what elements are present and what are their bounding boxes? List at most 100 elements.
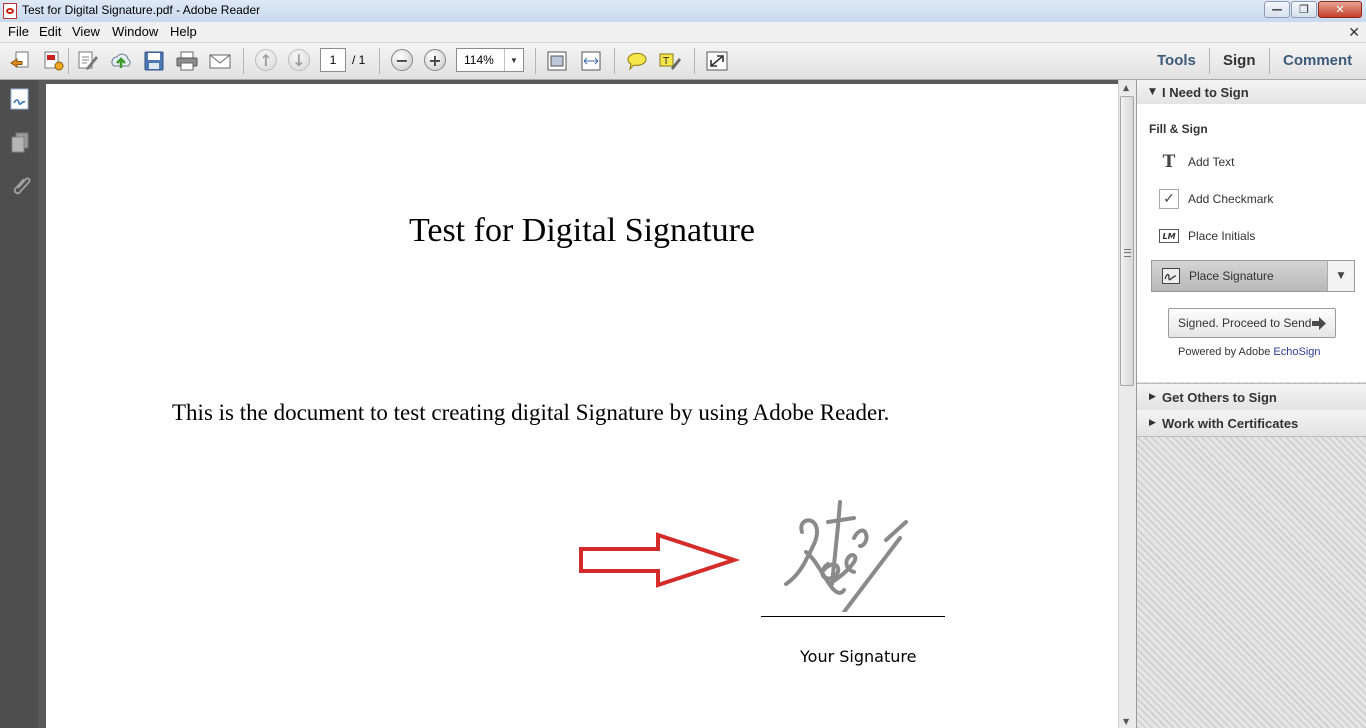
menu-bar: File Edit View Window Help ✕ xyxy=(0,22,1366,43)
tab-comment[interactable]: Comment xyxy=(1283,52,1352,69)
convert-pdf-icon[interactable] xyxy=(43,51,65,71)
proceed-to-send-label: Signed. Proceed to Send xyxy=(1178,316,1312,330)
navigation-pane xyxy=(0,80,39,728)
scrollbar-grip-icon xyxy=(1124,249,1131,257)
document-scrollbar[interactable]: ▼ ▼ xyxy=(1118,80,1136,728)
powered-by: Powered by Adobe EchoSign xyxy=(1178,346,1321,358)
section-title: I Need to Sign xyxy=(1162,85,1249,100)
add-checkmark-label: Add Checkmark xyxy=(1188,192,1274,206)
zoom-select[interactable]: 114% ▼ xyxy=(456,48,524,72)
chevron-down-icon[interactable]: ▼ xyxy=(1327,261,1354,291)
proceed-to-send-button[interactable]: Signed. Proceed to Send xyxy=(1168,308,1336,338)
close-button[interactable]: ✕ xyxy=(1318,1,1362,18)
comment-icon[interactable] xyxy=(626,51,648,71)
maximize-button[interactable]: ❐ xyxy=(1291,1,1317,18)
scroll-up-icon[interactable]: ▼ xyxy=(1123,84,1129,93)
document-gutter xyxy=(38,80,46,728)
fill-sign-content: Fill & Sign T Add Text ✓ Add Checkmark L… xyxy=(1137,104,1366,382)
scrollbar-thumb[interactable] xyxy=(1120,96,1134,386)
signature-line xyxy=(761,616,945,617)
prev-page-button[interactable]: ↑ xyxy=(255,49,277,71)
menu-window[interactable]: Window xyxy=(112,24,158,39)
toolbar-separator xyxy=(379,48,380,74)
page-thumbnails-icon[interactable] xyxy=(9,132,31,154)
menu-help[interactable]: Help xyxy=(170,24,197,39)
place-signature-label: Place Signature xyxy=(1189,269,1274,283)
adobe-reader-icon xyxy=(3,3,17,19)
signature-image xyxy=(784,500,908,612)
prev-page-icon: ↑ xyxy=(259,50,273,70)
toolbar-separator xyxy=(535,48,536,74)
section-get-others-to-sign[interactable]: ▶ Get Others to Sign xyxy=(1137,383,1366,411)
menu-view[interactable]: View xyxy=(72,24,100,39)
email-icon[interactable] xyxy=(209,51,231,71)
document-body-text: This is the document to test creating di… xyxy=(172,400,890,425)
page-total: / 1 xyxy=(352,53,366,67)
highlight-icon[interactable]: T xyxy=(659,51,681,71)
initials-icon: LM xyxy=(1159,229,1179,243)
toolbar-separator xyxy=(614,48,615,74)
chevron-down-icon[interactable]: ▼ xyxy=(504,49,523,71)
window-controls: — ❐ ✕ xyxy=(1263,1,1362,19)
tab-tools[interactable]: Tools xyxy=(1157,52,1196,69)
maximize-icon: ❐ xyxy=(1299,3,1309,16)
next-page-icon: ↓ xyxy=(292,50,306,70)
signature-icon xyxy=(1162,268,1180,284)
save-icon[interactable] xyxy=(143,51,165,71)
scroll-down-icon[interactable]: ▼ xyxy=(1123,717,1129,726)
print-icon[interactable] xyxy=(176,51,198,71)
fullscreen-icon[interactable] xyxy=(706,51,728,71)
chevron-down-icon: ▼ xyxy=(1149,87,1156,97)
signatures-panel-icon[interactable] xyxy=(9,88,31,110)
place-initials-button[interactable]: LM Place Initials xyxy=(1159,226,1359,246)
attachments-icon[interactable] xyxy=(9,175,31,197)
section-work-with-certificates[interactable]: ▶ Work with Certificates xyxy=(1137,410,1366,437)
create-pdf-icon[interactable] xyxy=(9,51,31,71)
toolbar-separator xyxy=(694,48,695,74)
next-page-button[interactable]: ↓ xyxy=(288,49,310,71)
close-icon: ✕ xyxy=(1335,3,1345,16)
document-close-icon[interactable]: ✕ xyxy=(1348,24,1360,41)
menu-edit[interactable]: Edit xyxy=(39,24,61,39)
toolbar-separator xyxy=(1209,48,1210,74)
document-title-text: Test for Digital Signature xyxy=(408,212,756,249)
place-signature-button[interactable]: Place Signature ▼ xyxy=(1151,260,1355,292)
text-icon: T xyxy=(1162,152,1176,172)
document-title: Test for Digital Signature xyxy=(46,212,1116,250)
svg-text:T: T xyxy=(662,56,670,67)
add-text-button[interactable]: T Add Text xyxy=(1159,152,1359,172)
place-signature-main[interactable]: Place Signature xyxy=(1152,261,1328,291)
fit-width-icon[interactable] xyxy=(580,51,602,71)
menu-file[interactable]: File xyxy=(8,24,29,39)
section-title: Get Others to Sign xyxy=(1162,390,1277,405)
signature-label: Your Signature xyxy=(800,647,917,666)
section-i-need-to-sign[interactable]: ▼ I Need to Sign xyxy=(1137,80,1366,105)
title-bar: Test for Digital Signature.pdf - Adobe R… xyxy=(0,0,1366,22)
window-title: Test for Digital Signature.pdf - Adobe R… xyxy=(22,3,261,17)
add-text-label: Add Text xyxy=(1188,155,1235,169)
chevron-right-icon: ▶ xyxy=(1149,418,1156,428)
zoom-in-icon: + xyxy=(428,50,442,70)
arrow-right-icon xyxy=(1312,317,1326,330)
fill-sign-label: Fill & Sign xyxy=(1149,122,1208,136)
fit-page-icon[interactable] xyxy=(546,51,568,71)
zoom-out-icon: − xyxy=(395,50,409,70)
add-checkmark-button[interactable]: ✓ Add Checkmark xyxy=(1159,189,1359,209)
place-initials-label: Place Initials xyxy=(1188,229,1256,243)
zoom-out-button[interactable]: − xyxy=(391,49,413,71)
chevron-right-icon: ▶ xyxy=(1149,392,1156,402)
minimize-button[interactable]: — xyxy=(1264,1,1290,18)
upload-icon[interactable] xyxy=(110,51,132,71)
red-arrow xyxy=(579,532,740,588)
zoom-in-button[interactable]: + xyxy=(424,49,446,71)
section-title: Work with Certificates xyxy=(1162,416,1299,431)
page-number-input[interactable]: 1 xyxy=(320,48,346,72)
checkmark-icon: ✓ xyxy=(1159,189,1179,209)
toolbar-separator xyxy=(68,48,69,74)
toolbar-separator xyxy=(243,48,244,74)
powered-by-text: Powered by Adobe xyxy=(1178,346,1271,358)
echosign-link[interactable]: EchoSign xyxy=(1273,346,1320,358)
tab-sign[interactable]: Sign xyxy=(1223,52,1256,69)
edit-pdf-icon[interactable] xyxy=(77,51,99,71)
toolbar-separator xyxy=(1269,48,1270,74)
